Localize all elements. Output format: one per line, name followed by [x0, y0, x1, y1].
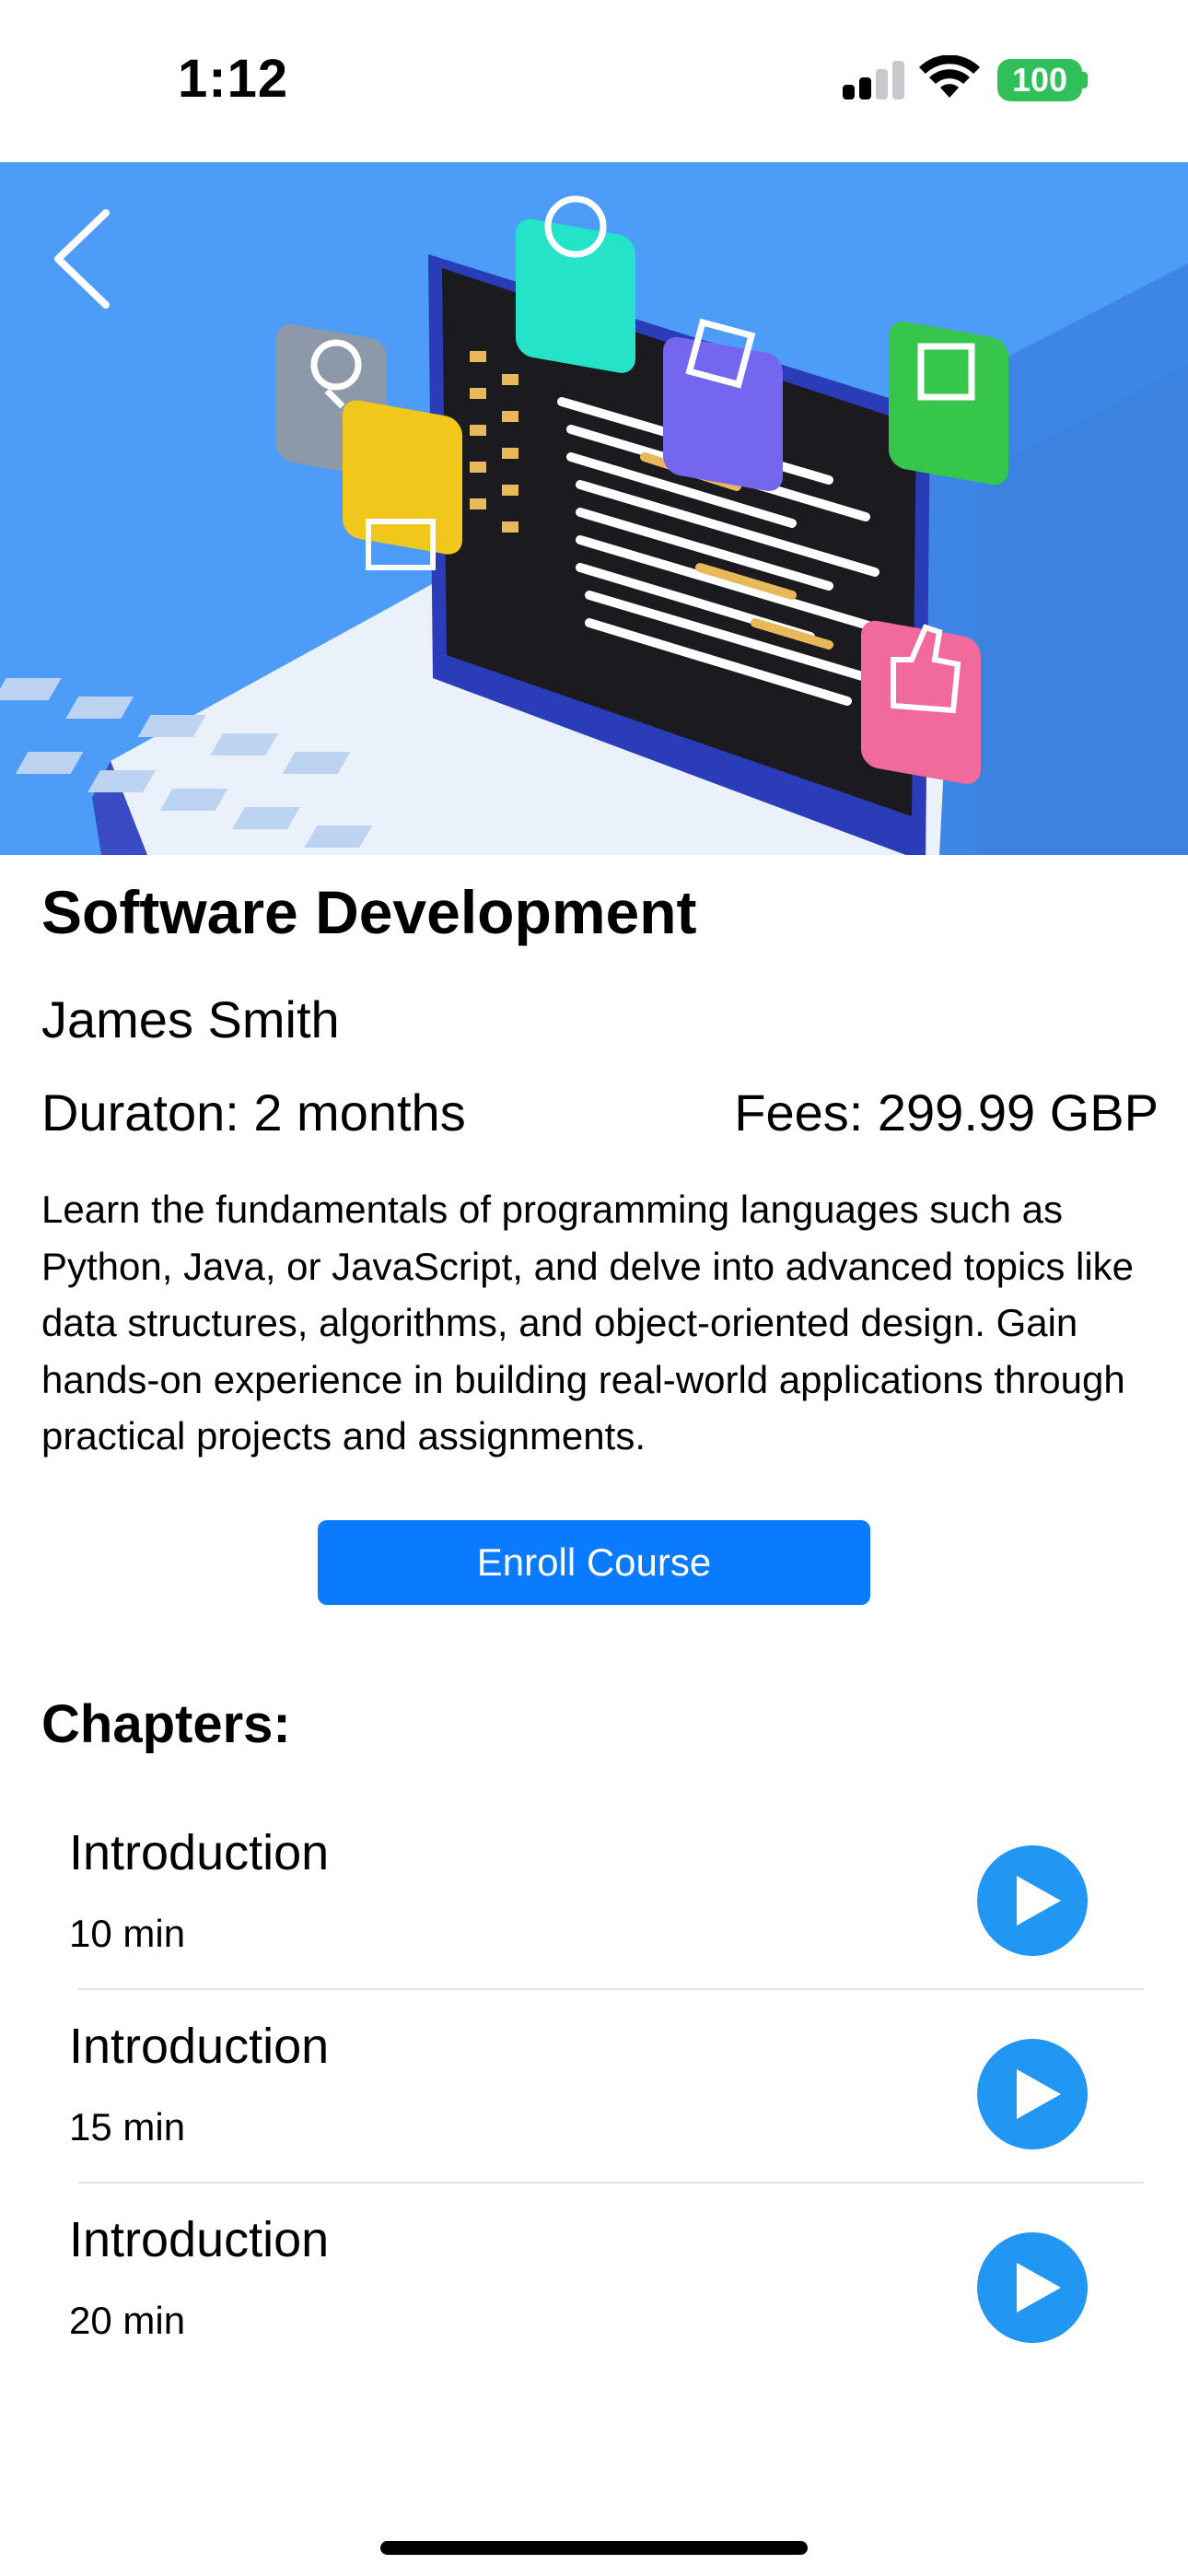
course-title: Software Development	[41, 878, 697, 946]
chapter-duration: 10 min	[69, 1912, 186, 1955]
chapter-row[interactable]: Introduction 10 min	[0, 1797, 1188, 1990]
enroll-course-button[interactable]: Enroll Course	[318, 1520, 870, 1605]
wifi-icon	[919, 55, 980, 98]
chapter-title: Introduction	[69, 2212, 330, 2267]
laptop-illustration	[0, 162, 1188, 855]
battery-level: 100	[1011, 61, 1068, 99]
chapter-title: Introduction	[69, 1825, 330, 1880]
status-time: 1:12	[178, 49, 289, 109]
cellular-signal-icon	[843, 61, 904, 100]
course-duration: Duraton: 2 months	[41, 1083, 466, 1142]
chapter-row[interactable]: Introduction 15 min	[0, 1990, 1188, 2184]
chapter-row[interactable]: Introduction 20 min	[0, 2184, 1188, 2377]
chapter-duration: 20 min	[69, 2299, 186, 2342]
back-chevron-icon[interactable]	[41, 199, 124, 319]
play-circle-icon[interactable]	[976, 2038, 1089, 2150]
chapters-heading: Chapters:	[41, 1694, 291, 1754]
chapter-list: Introduction 10 min Introduction 15 min …	[0, 1797, 1188, 2377]
chapter-title: Introduction	[69, 2019, 330, 2074]
play-circle-icon[interactable]	[976, 1844, 1089, 1957]
course-description: Learn the fundamentals of programming la…	[41, 1188, 1135, 1458]
course-banner-image	[0, 162, 1188, 855]
play-circle-icon[interactable]	[976, 2231, 1089, 2344]
course-fees: Fees: 299.99 GBP	[734, 1083, 1159, 1142]
battery-icon: 100	[997, 59, 1082, 101]
status-bar: 1:12 100	[0, 0, 1188, 162]
course-instructor: James Smith	[41, 990, 340, 1048]
home-indicator[interactable]	[380, 2541, 808, 2555]
chip-tile-green	[889, 322, 1008, 486]
chapter-duration: 15 min	[69, 2105, 186, 2149]
battery-tip	[1082, 72, 1088, 88]
thumbs-up-tile	[861, 620, 981, 784]
